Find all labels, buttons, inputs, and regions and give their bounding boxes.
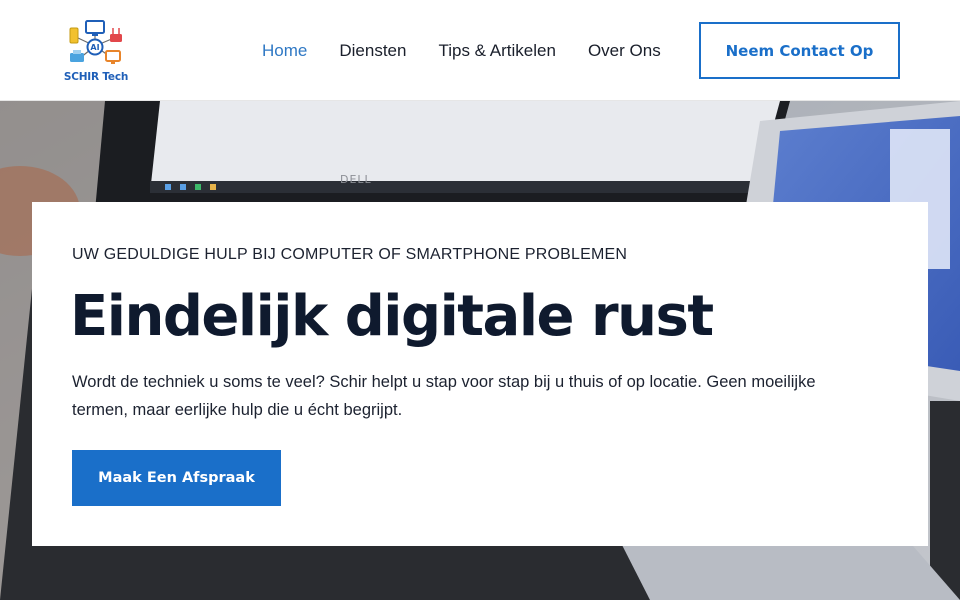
hero-headline: Eindelijk digitale rust xyxy=(70,284,714,349)
hero-eyebrow: UW GEDULDIGE HULP BIJ COMPUTER OF SMARTP… xyxy=(72,246,628,263)
logo-badge-text: AI xyxy=(90,43,100,52)
make-appointment-button[interactable]: Maak Een Afspraak xyxy=(72,450,281,506)
nav-item-over-ons[interactable]: Over Ons xyxy=(588,41,661,61)
laptop-brand-logo: DELL xyxy=(340,173,372,186)
logo-text: SCHIR Tech xyxy=(63,71,129,83)
site-header: AI SCHIR Tech Home Diensten Tips & Artik… xyxy=(0,0,960,101)
nav-item-diensten[interactable]: Diensten xyxy=(339,41,406,61)
nav-item-tips-artikelen[interactable]: Tips & Artikelen xyxy=(438,41,555,61)
contact-button[interactable]: Neem Contact Op xyxy=(699,22,900,79)
nav-item-home[interactable]: Home xyxy=(262,41,307,61)
hero-card: UW GEDULDIGE HULP BIJ COMPUTER OF SMARTP… xyxy=(32,202,928,546)
main-nav: Home Diensten Tips & Artikelen Over Ons xyxy=(262,38,693,64)
hero-description: Wordt de techniek u soms te veel? Schir … xyxy=(72,373,816,419)
site-logo[interactable]: AI SCHIR Tech xyxy=(58,18,132,86)
